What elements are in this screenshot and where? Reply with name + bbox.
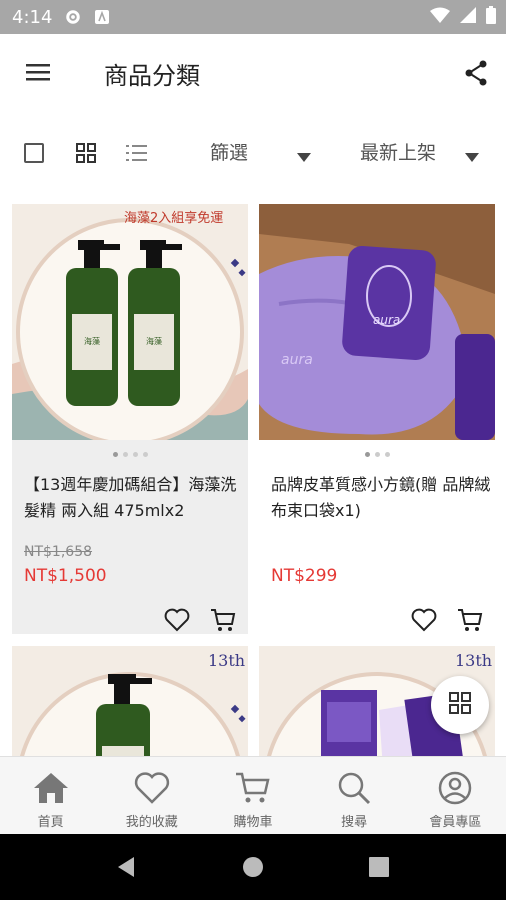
favorite-heart-icon[interactable]: [411, 608, 437, 636]
bottle-label-left: 海藻: [84, 336, 100, 346]
product-card[interactable]: aura aura 品牌皮革質感小方鏡(贈 品牌絨布束口袋x1) NT$299: [259, 204, 495, 634]
product-original-price: NT$1,658: [24, 544, 93, 560]
wifi-icon: [430, 7, 450, 27]
cart-icon: [235, 772, 270, 803]
select-all-checkbox[interactable]: [24, 143, 44, 163]
recent-apps-icon[interactable]: [368, 856, 390, 882]
bottle-label-right: 海藻: [146, 336, 162, 346]
app-notification-icon: [94, 9, 110, 25]
menu-icon[interactable]: [26, 62, 50, 86]
search-icon: [338, 772, 371, 805]
system-nav-bar: [0, 834, 506, 900]
anniversary-badge: 13th: [208, 651, 245, 670]
user-icon: [439, 771, 472, 805]
nav-cart-label: 購物車: [233, 815, 273, 830]
sort-caret-icon[interactable]: [465, 147, 479, 166]
nav-search-label: 搜尋: [341, 815, 368, 830]
status-time: 4:14: [12, 6, 53, 28]
sort-dropdown[interactable]: 最新上架: [360, 138, 436, 165]
settings-gear-icon: [64, 8, 82, 26]
back-icon[interactable]: [116, 856, 138, 882]
brand-text-pouch: aura: [281, 352, 313, 368]
filter-dropdown[interactable]: 篩選: [210, 138, 248, 165]
page-title: 商品分類: [104, 62, 200, 90]
heart-icon: [134, 772, 169, 804]
grid-view-icon[interactable]: [76, 143, 96, 167]
signal-icon: [460, 7, 476, 27]
nav-favorites[interactable]: 我的收藏: [101, 757, 202, 835]
filter-caret-icon[interactable]: [297, 147, 311, 166]
grid-icon: [449, 692, 471, 718]
share-icon[interactable]: [464, 60, 488, 90]
product-banner-text: 海藻2入組享免運: [124, 210, 223, 226]
nav-favorites-label: 我的收藏: [125, 815, 178, 830]
app-bar: 商品分類: [0, 34, 506, 116]
category-grid-fab[interactable]: [431, 676, 489, 734]
product-image[interactable]: 海藻 海藻 海藻2入組享免運: [12, 204, 248, 440]
home-icon: [33, 773, 68, 803]
status-bar: 4:14: [0, 0, 506, 34]
nav-cart[interactable]: 購物車: [202, 757, 303, 835]
bottom-nav: 首頁 我的收藏 購物車 搜尋 會員專區: [0, 756, 506, 835]
product-price: NT$1,500: [24, 566, 107, 586]
battery-icon: [486, 6, 496, 28]
product-card[interactable]: 13th: [12, 646, 248, 756]
product-image[interactable]: 13th: [12, 646, 248, 756]
nav-member[interactable]: 會員專區: [405, 757, 506, 835]
nav-home-label: 首頁: [37, 815, 64, 830]
nav-search[interactable]: 搜尋: [304, 757, 405, 835]
add-to-cart-icon[interactable]: [457, 608, 483, 636]
product-name[interactable]: 【13週年慶加碼組合】海藻洗髮精 兩入組 475mlx2: [24, 472, 246, 524]
nav-member-label: 會員專區: [429, 815, 482, 830]
filter-toolbar: 篩選 最新上架: [0, 116, 506, 191]
add-to-cart-icon[interactable]: [210, 608, 236, 636]
brand-text-mirror: aura: [373, 313, 400, 327]
nav-home[interactable]: 首頁: [0, 757, 101, 835]
product-card[interactable]: 海藻 海藻 海藻2入組享免運 【13週年慶加碼組合】海藻洗髮精 兩入組 475m…: [12, 204, 248, 634]
image-pager-dots: [12, 452, 248, 457]
product-price: NT$299: [271, 566, 338, 586]
home-button-icon[interactable]: [242, 856, 264, 882]
image-pager-dots: [259, 452, 495, 457]
anniversary-badge: 13th: [455, 651, 492, 670]
list-view-icon[interactable]: [126, 143, 148, 167]
product-image[interactable]: aura aura: [259, 204, 495, 440]
product-name[interactable]: 品牌皮革質感小方鏡(贈 品牌絨布束口袋x1): [271, 472, 493, 524]
favorite-heart-icon[interactable]: [164, 608, 190, 636]
product-grid: 海藻 海藻 海藻2入組享免運 【13週年慶加碼組合】海藻洗髮精 兩入組 475m…: [0, 190, 506, 756]
